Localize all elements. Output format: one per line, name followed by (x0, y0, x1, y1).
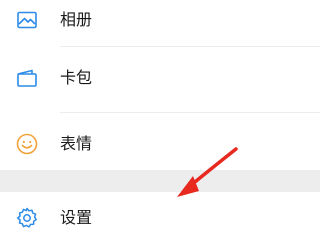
section-gap (0, 170, 320, 192)
divider (60, 46, 320, 47)
menu-item-label: 相册 (60, 10, 93, 29)
menu-item-card-wallet[interactable]: 卡包 (0, 52, 320, 104)
wechat-me-menu: 相册 卡包 表情 设置 (0, 0, 320, 240)
menu-item-album[interactable]: 相册 (0, 0, 320, 46)
menu-item-label: 表情 (60, 134, 93, 153)
menu-item-label: 设置 (60, 208, 93, 227)
gear-icon (14, 205, 40, 231)
menu-item-stickers[interactable]: 表情 (0, 118, 320, 170)
menu-item-settings[interactable]: 设置 (0, 192, 320, 240)
divider (60, 112, 320, 113)
image-icon (14, 7, 40, 33)
smiley-icon (14, 131, 40, 157)
menu-item-label: 卡包 (60, 68, 93, 87)
card-wallet-icon (14, 65, 40, 91)
